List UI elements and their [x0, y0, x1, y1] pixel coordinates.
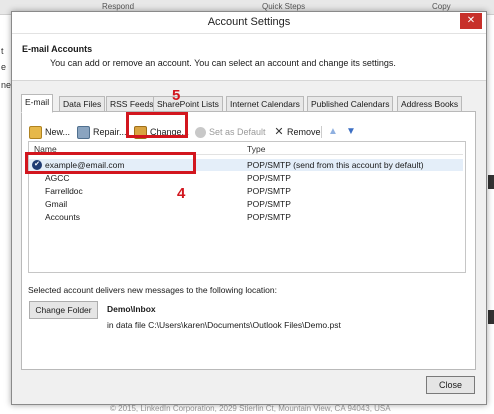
- background-right-edge: [488, 175, 494, 189]
- delivery-data-file: in data file C:\Users\karen\Documents\Ou…: [107, 320, 341, 330]
- background-footer: © 2015, LinkedIn Corporation, 2029 Stier…: [110, 404, 391, 413]
- account-type: POP/SMTP: [247, 212, 291, 222]
- account-type: POP/SMTP: [247, 186, 291, 196]
- set-as-default-button[interactable]: Set as Default: [195, 124, 266, 140]
- close-button[interactable]: Close: [426, 376, 475, 394]
- tab-email[interactable]: E-mail: [21, 94, 54, 113]
- wrench-icon: [77, 126, 90, 140]
- account-settings-dialog: Account Settings ✕ E-mail Accounts You c…: [11, 11, 487, 405]
- title-bar: Account Settings ✕: [12, 12, 486, 34]
- tab-data-files[interactable]: Data Files: [59, 96, 106, 112]
- close-icon: ✕: [466, 15, 476, 26]
- toolbar-separator: [321, 126, 322, 138]
- repair-button[interactable]: Repair...: [77, 124, 127, 140]
- delivery-folder: Demo\Inbox: [107, 304, 156, 314]
- tab-rss-feeds[interactable]: RSS Feeds: [106, 96, 158, 112]
- account-name: Gmail: [45, 199, 68, 209]
- ribbon-respond: Respond: [102, 2, 135, 11]
- change-folder-button[interactable]: Change Folder: [29, 301, 98, 319]
- check-circle-icon: [195, 127, 206, 139]
- account-name: Farrelldoc: [45, 186, 83, 196]
- close-window-button[interactable]: ✕: [460, 13, 482, 29]
- remove-button[interactable]: ✕ Remove: [274, 124, 320, 140]
- highlight-change-button: [126, 112, 188, 138]
- tab-sharepoint-lists[interactable]: SharePoint Lists: [153, 96, 223, 112]
- delivery-description: Selected account delivers new messages t…: [28, 285, 278, 295]
- arrow-up-icon[interactable]: ▲: [328, 124, 338, 140]
- new-account-button[interactable]: New...: [29, 124, 70, 140]
- dialog-title: Account Settings: [207, 16, 291, 28]
- account-type: POP/SMTP: [247, 173, 291, 183]
- account-type: POP/SMTP (send from this account by defa…: [247, 160, 424, 170]
- step-number-account: 4: [177, 185, 186, 202]
- account-row[interactable]: Farrelldoc POP/SMTP: [29, 185, 463, 197]
- header-subtitle: You can add or remove an account. You ca…: [50, 58, 396, 68]
- account-name: Accounts: [45, 212, 80, 222]
- ribbon-copy: Copy: [432, 2, 451, 11]
- account-type: POP/SMTP: [247, 199, 291, 209]
- ribbon-quick-steps: Quick Steps: [262, 2, 306, 11]
- remove-x-icon: ✕: [274, 126, 284, 139]
- tab-internet-calendars[interactable]: Internet Calendars: [226, 96, 304, 112]
- tab-address-books[interactable]: Address Books: [397, 96, 463, 112]
- account-row[interactable]: Accounts POP/SMTP: [29, 211, 463, 223]
- new-mail-icon: [29, 126, 42, 140]
- highlight-default-account: [25, 152, 196, 174]
- tab-published-calendars[interactable]: Published Calendars: [307, 96, 394, 112]
- arrow-down-icon[interactable]: ▼: [346, 124, 356, 140]
- column-header-type[interactable]: Type: [247, 144, 265, 154]
- step-number-change: 5: [172, 87, 181, 104]
- account-row[interactable]: Gmail POP/SMTP: [29, 198, 463, 210]
- dialog-header: E-mail Accounts You can add or remove an…: [12, 34, 486, 81]
- header-title: E-mail Accounts: [22, 44, 93, 54]
- background-right-edge: [488, 310, 494, 324]
